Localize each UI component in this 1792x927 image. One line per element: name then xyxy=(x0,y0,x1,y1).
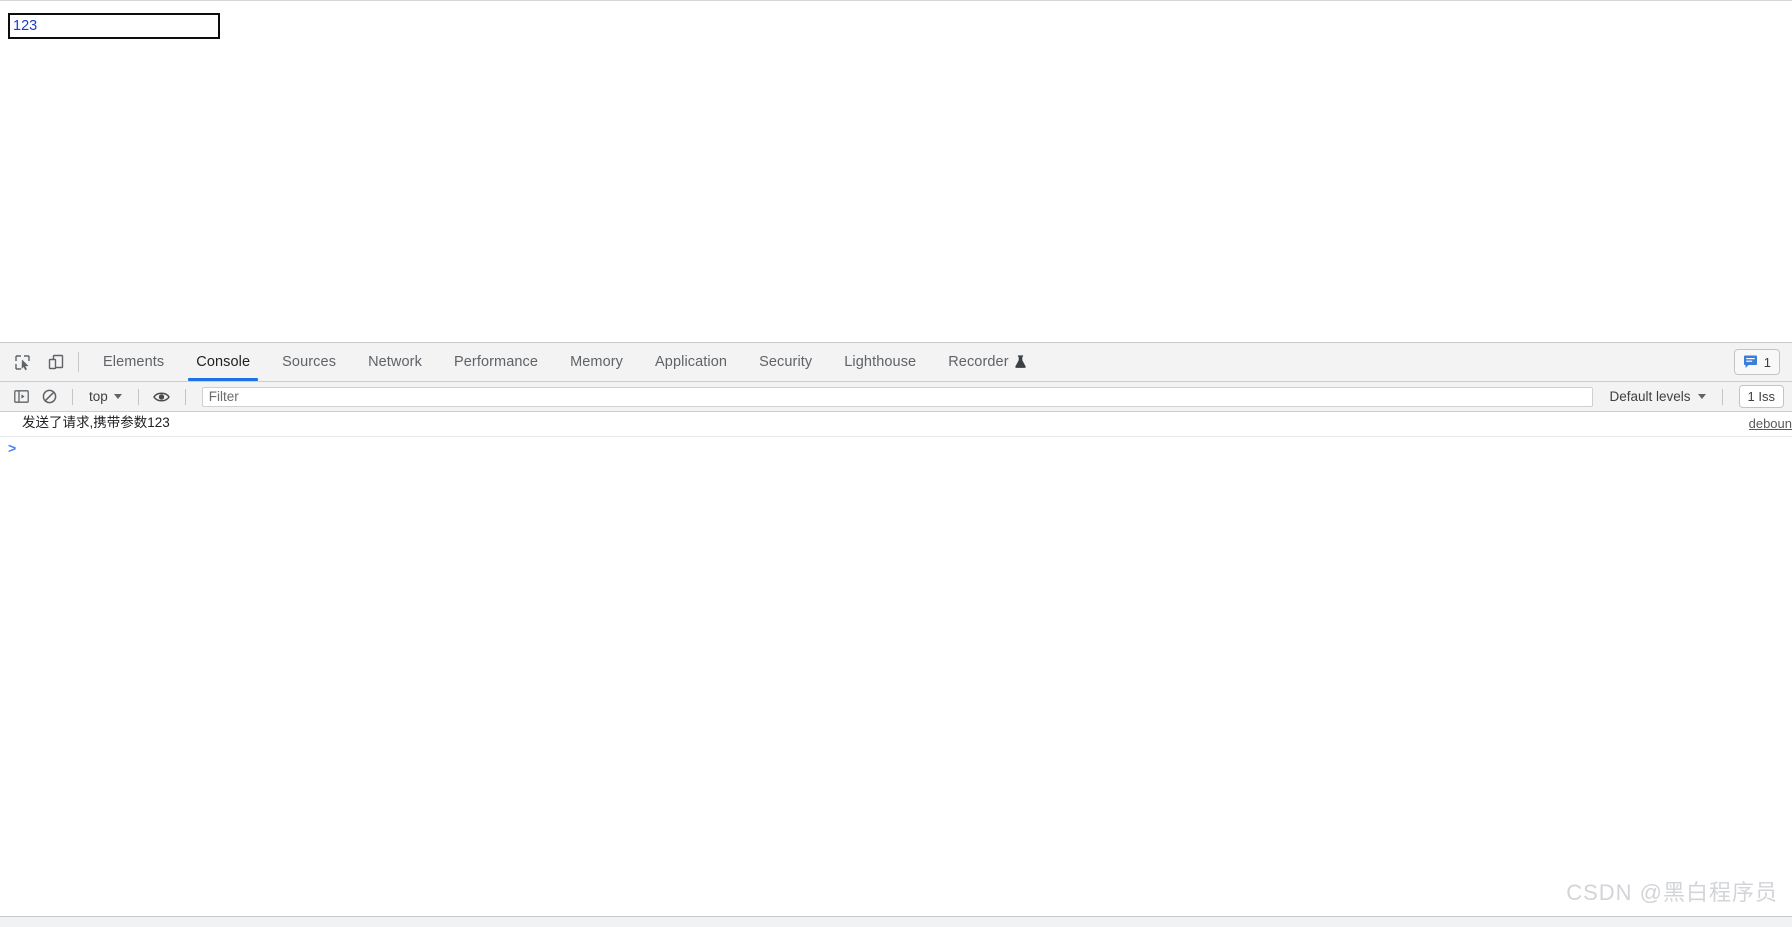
console-sidebar-icon[interactable] xyxy=(8,385,34,409)
console-prompt-input[interactable] xyxy=(22,439,1792,457)
prompt-chevron-icon: > xyxy=(8,440,17,456)
tab-label: Application xyxy=(655,354,728,370)
context-label: top xyxy=(89,389,108,404)
param-text-input[interactable] xyxy=(8,13,220,39)
tab-memory[interactable]: Memory xyxy=(554,343,639,381)
devtools-tabbar: Elements Console Sources Network Perform… xyxy=(0,343,1792,382)
console-toolbar: top Default levels 1 Iss xyxy=(0,382,1792,412)
tab-console[interactable]: Console xyxy=(180,343,266,381)
tab-label: Network xyxy=(368,354,422,370)
page-viewport xyxy=(0,0,1792,342)
tab-label: Lighthouse xyxy=(844,354,917,370)
devtools-tabs: Elements Console Sources Network Perform… xyxy=(87,343,1043,381)
tab-security[interactable]: Security xyxy=(743,343,828,381)
console-messages-chip[interactable]: 1 xyxy=(1733,349,1780,375)
console-message-list: 发送了请求,携带参数123 deboun > xyxy=(0,412,1792,916)
tab-recorder[interactable]: Recorder xyxy=(932,343,1042,381)
issues-label: 1 Iss xyxy=(1747,389,1775,404)
levels-label: Default levels xyxy=(1609,389,1691,404)
tab-label: Console xyxy=(196,354,251,370)
flask-icon xyxy=(1014,355,1027,369)
window-bottom-strip xyxy=(0,916,1792,927)
console-filter-input[interactable] xyxy=(201,386,1594,407)
toolbar-divider-2 xyxy=(137,388,139,405)
message-bubble-icon xyxy=(1743,355,1758,369)
tab-label: Recorder xyxy=(948,354,1009,370)
tab-label: Memory xyxy=(570,354,624,370)
browser-window: Elements Console Sources Network Perform… xyxy=(0,0,1792,927)
tab-application[interactable]: Application xyxy=(639,343,743,381)
live-expression-eye-icon[interactable] xyxy=(149,385,175,409)
inspect-cursor-icon[interactable] xyxy=(8,348,36,376)
tab-network[interactable]: Network xyxy=(352,343,438,381)
tab-performance[interactable]: Performance xyxy=(438,343,554,381)
console-message-text: 发送了请求,携带参数123 xyxy=(22,415,170,430)
clear-console-icon[interactable] xyxy=(36,385,62,409)
toolbar-divider-4 xyxy=(1721,388,1723,405)
tab-lighthouse[interactable]: Lighthouse xyxy=(828,343,932,381)
devtools-panel: Elements Console Sources Network Perform… xyxy=(0,342,1792,916)
tabbar-divider xyxy=(78,352,79,372)
chevron-down-icon xyxy=(1697,394,1706,399)
tab-elements[interactable]: Elements xyxy=(87,343,180,381)
toolbar-divider-3 xyxy=(184,388,186,405)
tab-sources[interactable]: Sources xyxy=(266,343,352,381)
devtools-tool-icons xyxy=(0,343,70,381)
execution-context-selector[interactable]: top xyxy=(83,387,128,406)
tabbar-right-actions: 1 xyxy=(1733,343,1792,381)
console-source-link[interactable]: deboun xyxy=(1749,415,1792,432)
tab-label: Sources xyxy=(282,354,337,370)
tab-label: Elements xyxy=(103,354,165,370)
console-log-row[interactable]: 发送了请求,携带参数123 deboun xyxy=(0,412,1792,437)
issues-count-button[interactable]: 1 Iss xyxy=(1738,385,1784,408)
tab-label: Security xyxy=(759,354,813,370)
log-levels-selector[interactable]: Default levels xyxy=(1603,387,1711,406)
toolbar-divider-1 xyxy=(72,388,73,405)
tab-label: Performance xyxy=(453,354,539,370)
console-prompt-row[interactable]: > xyxy=(0,437,1792,459)
chevron-down-icon xyxy=(113,394,122,399)
device-toolbar-icon[interactable] xyxy=(42,348,70,376)
messages-count: 1 xyxy=(1763,354,1771,370)
